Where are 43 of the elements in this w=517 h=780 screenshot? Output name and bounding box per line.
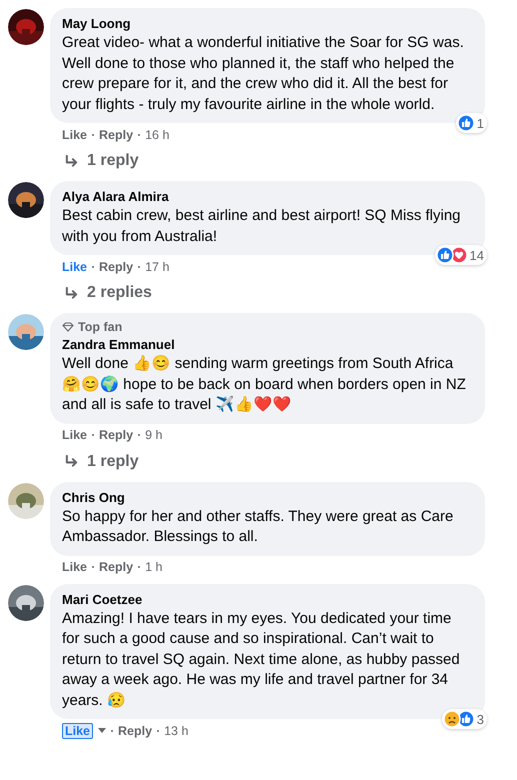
reply-link[interactable]: Reply [99, 428, 134, 442]
like-link[interactable]: Like [62, 722, 94, 738]
reply-arrow-icon [64, 154, 79, 168]
like-link[interactable]: Like [62, 560, 88, 574]
sad-reaction-icon [442, 710, 461, 728]
author-name[interactable]: Chris Ong [62, 488, 473, 506]
reaction-count: 1 [476, 116, 484, 130]
reaction-summary[interactable]: 3 [442, 709, 487, 729]
reply-link[interactable]: Reply [99, 260, 134, 274]
author-name[interactable]: Alya Alara Almira [62, 188, 473, 205]
reply-link[interactable]: Reply [99, 128, 134, 142]
view-replies-link[interactable]: 1 reply [64, 152, 139, 170]
timestamp[interactable]: 13 h [164, 724, 188, 738]
diamond-icon [62, 322, 74, 332]
comment-text: So happy for her and other staffs. They were great as Care Ambassador. Blessings to all. [62, 506, 454, 547]
timestamp[interactable]: 1 h [145, 560, 162, 574]
reply-link[interactable]: Reply [118, 724, 152, 738]
author-name[interactable]: Zandra Emmanuel [62, 336, 473, 353]
view-replies-link[interactable]: 1 reply [64, 452, 139, 470]
timestamp[interactable]: 16 h [145, 128, 170, 142]
like-reaction-icon [456, 114, 475, 132]
reply-link[interactable]: Reply [99, 560, 134, 574]
top-fan-label: Top fan [78, 320, 122, 334]
reply-arrow-icon [64, 286, 79, 300]
reaction-count: 14 [470, 248, 484, 262]
timestamp[interactable]: 17 h [145, 260, 170, 274]
comment-text: Amazing! I have tears in my eyes. You dedicated your time for such a good cause and so inspirational. Can’t wait to return to travel SQ again. Next time alone, as hubby passed away a week ago. He was my life and travel partner for 34 years. 😥 [62, 608, 461, 710]
comment-text: Well done 👍😊 sending warm greetings from South Africa 🤗😊🌍 hope to be back on board when borders open in NZ and all is safe to travel ✈👍❤❤ [62, 354, 467, 415]
caret-icon[interactable] [98, 728, 106, 733]
reaction-count: 3 [476, 712, 484, 726]
view-replies-link[interactable]: 2 replies [64, 284, 152, 302]
author-name[interactable]: May Loong [62, 15, 473, 32]
comment-text: Best cabin crew, best airline and best airport! SQ Miss flying with you from Australia! [62, 206, 462, 246]
like-link[interactable]: Like [62, 260, 88, 274]
reply-arrow-icon [64, 455, 79, 468]
like-reaction-icon [436, 246, 454, 264]
like-link[interactable]: Like [62, 428, 88, 442]
author-name[interactable]: Mari Coetzee [62, 590, 473, 608]
like-link[interactable]: Like [62, 128, 88, 142]
reaction-summary[interactable]: 1 [456, 113, 487, 133]
timestamp[interactable]: 9 h [145, 428, 162, 442]
reaction-summary[interactable]: 14 [434, 245, 487, 265]
comment-text: Great video- what a wonderful initiative the Soar for SG was. Well done to those who planned it, the staff who helped the crew prepare for it, and the crew who did it. All the best for your flights - truly my favourite airline in the whole world. [62, 33, 465, 114]
